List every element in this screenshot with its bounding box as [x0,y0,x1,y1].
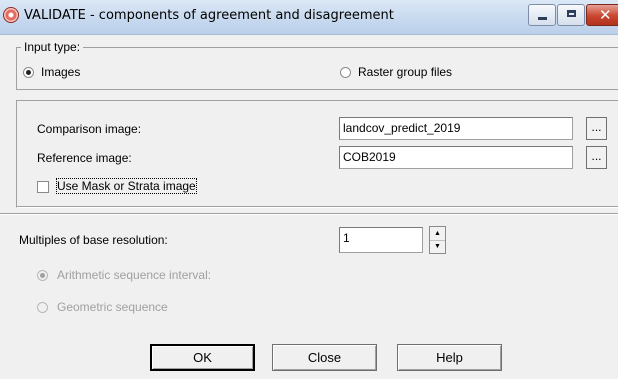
reference-browse-button[interactable]: ... [586,146,607,169]
ok-button[interactable]: OK [150,344,255,371]
resolution-spinner[interactable]: ▲ ▼ [429,226,446,254]
spin-up-icon[interactable]: ▲ [430,227,445,241]
resolution-input[interactable]: 1 [339,227,423,253]
minimize-icon [538,17,547,20]
help-button[interactable]: Help [397,344,502,371]
window-title: VALIDATE - components of agreement and d… [24,8,394,23]
minimize-button[interactable] [528,4,556,26]
comparison-browse-button[interactable]: ... [586,117,607,140]
input-type-group: Input type: [16,40,618,90]
close-icon: ✕ [599,6,612,24]
comparison-image-input[interactable]: landcov_predict_2019 [339,117,573,140]
title-bar: VALIDATE - components of agreement and d… [0,0,618,35]
raster-group-files-radio[interactable] [340,67,351,78]
resolution-label: Multiples of base resolution: [19,233,168,247]
comparison-image-label: Comparison image: [37,122,142,136]
use-mask-checkbox[interactable] [37,181,49,193]
input-type-legend: Input type: [21,40,84,54]
images-radio[interactable] [23,67,34,78]
raster-group-files-label[interactable]: Raster group files [358,65,452,79]
close-button[interactable]: Close [272,344,377,371]
images-radio-label[interactable]: Images [41,65,80,79]
geometric-sequence-label: Geometric sequence [57,300,168,314]
arithmetic-sequence-label: Arithmetic sequence interval: [57,268,212,282]
spin-down-icon[interactable]: ▼ [430,240,445,253]
close-window-button[interactable]: ✕ [586,4,618,26]
reference-image-label: Reference image: [37,151,132,165]
maximize-icon [567,10,576,17]
separator-line [0,213,618,215]
use-mask-label[interactable]: Use Mask or Strata image [56,178,197,194]
maximize-button[interactable] [557,4,585,26]
arithmetic-sequence-radio[interactable] [37,270,48,281]
idrisi-app-icon [3,7,19,23]
reference-image-input[interactable]: COB2019 [339,146,573,169]
geometric-sequence-radio[interactable] [37,302,48,313]
